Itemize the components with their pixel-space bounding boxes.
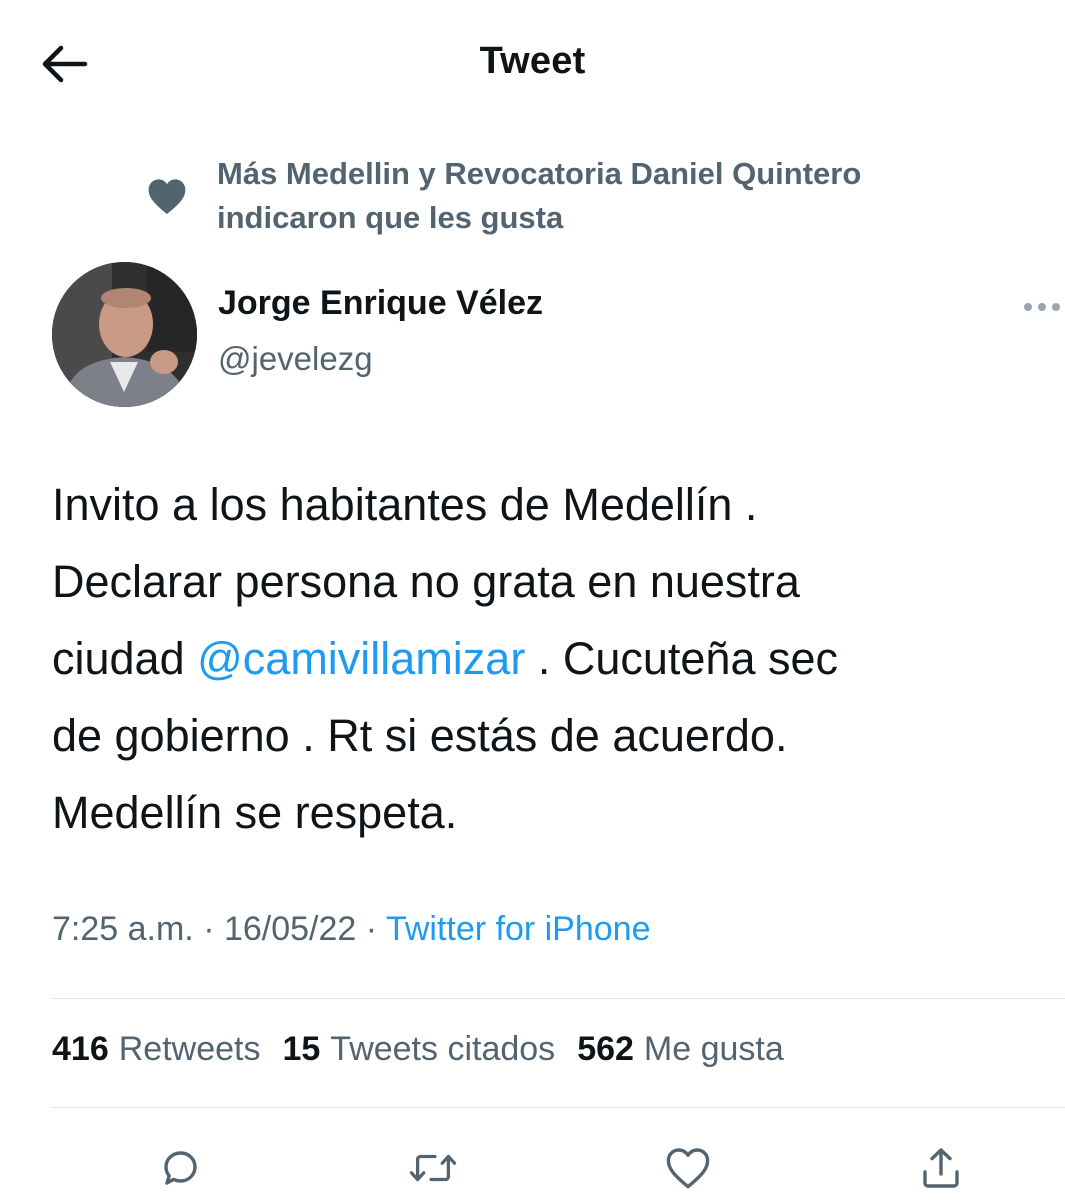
tweet-line: Declarar persona no grata en nuestra	[52, 556, 800, 607]
tweet-time[interactable]: 7:25 a.m.	[52, 910, 194, 948]
avatar[interactable]	[52, 262, 197, 407]
social-context-line2: indicaron que les gusta	[217, 200, 564, 235]
action-bar	[0, 1140, 1065, 1200]
more-options-button[interactable]	[1020, 292, 1064, 322]
tweet-text: Invito a los habitantes de Medellín . De…	[52, 466, 1057, 851]
divider	[52, 998, 1065, 999]
tweet-text-segment: ciudad	[52, 633, 198, 684]
more-horizontal-icon	[1024, 303, 1060, 311]
meta-separator: ·	[356, 910, 386, 948]
like-button[interactable]	[660, 1140, 716, 1196]
retweet-icon	[409, 1154, 457, 1182]
retweet-button[interactable]	[405, 1140, 461, 1196]
social-context-line1: Más Medellin y Revocatoria Daniel Quinte…	[217, 156, 862, 191]
mention-link[interactable]: @camivillamizar	[197, 633, 525, 684]
divider	[52, 1107, 1065, 1108]
top-bar: Tweet	[0, 0, 1065, 120]
retweets-count: 416	[52, 1030, 109, 1068]
quote-tweets-stat[interactable]: 15 Tweets citados	[282, 1030, 555, 1069]
tweet-line: Medellín se respeta.	[52, 787, 458, 838]
likes-count: 562	[577, 1030, 634, 1068]
tweet-line: Invito a los habitantes de Medellín .	[52, 479, 758, 530]
page-title: Tweet	[479, 40, 586, 82]
social-context: Más Medellin y Revocatoria Daniel Quinte…	[145, 152, 1025, 240]
likes-stat[interactable]: 562 Me gusta	[577, 1030, 784, 1069]
author-name[interactable]: Jorge Enrique Vélez	[218, 284, 543, 323]
tweet-source-link[interactable]: Twitter for iPhone	[386, 910, 651, 948]
tweet-line: de gobierno . Rt si estás de acuerdo.	[52, 710, 788, 761]
retweets-stat[interactable]: 416 Retweets	[52, 1030, 260, 1069]
heart-filled-icon	[145, 174, 189, 218]
reply-icon	[164, 1151, 197, 1185]
heart-outline-icon	[666, 1148, 710, 1189]
share-icon	[923, 1148, 959, 1188]
likes-label: Me gusta	[643, 1030, 784, 1068]
engagement-stats: 416 Retweets 15 Tweets citados 562 Me gusta	[52, 1030, 784, 1069]
reply-button[interactable]	[152, 1140, 208, 1196]
social-context-text[interactable]: Más Medellin y Revocatoria Daniel Quinte…	[217, 152, 861, 240]
retweets-label: Retweets	[118, 1030, 261, 1068]
share-button[interactable]	[913, 1140, 969, 1196]
tweet-line: ciudad @camivillamizar . Cucuteña sec	[52, 620, 1057, 697]
author-handle[interactable]: @jevelezg	[218, 340, 373, 378]
quotes-label: Tweets citados	[330, 1030, 556, 1068]
tweet-metadata: 7:25 a.m. · 16/05/22 · Twitter for iPhon…	[52, 910, 651, 949]
quotes-count: 15	[282, 1030, 321, 1068]
tweet-date[interactable]: 16/05/22	[224, 910, 356, 948]
meta-separator: ·	[193, 910, 224, 948]
tweet-text-segment: . Cucuteña sec	[525, 633, 838, 684]
